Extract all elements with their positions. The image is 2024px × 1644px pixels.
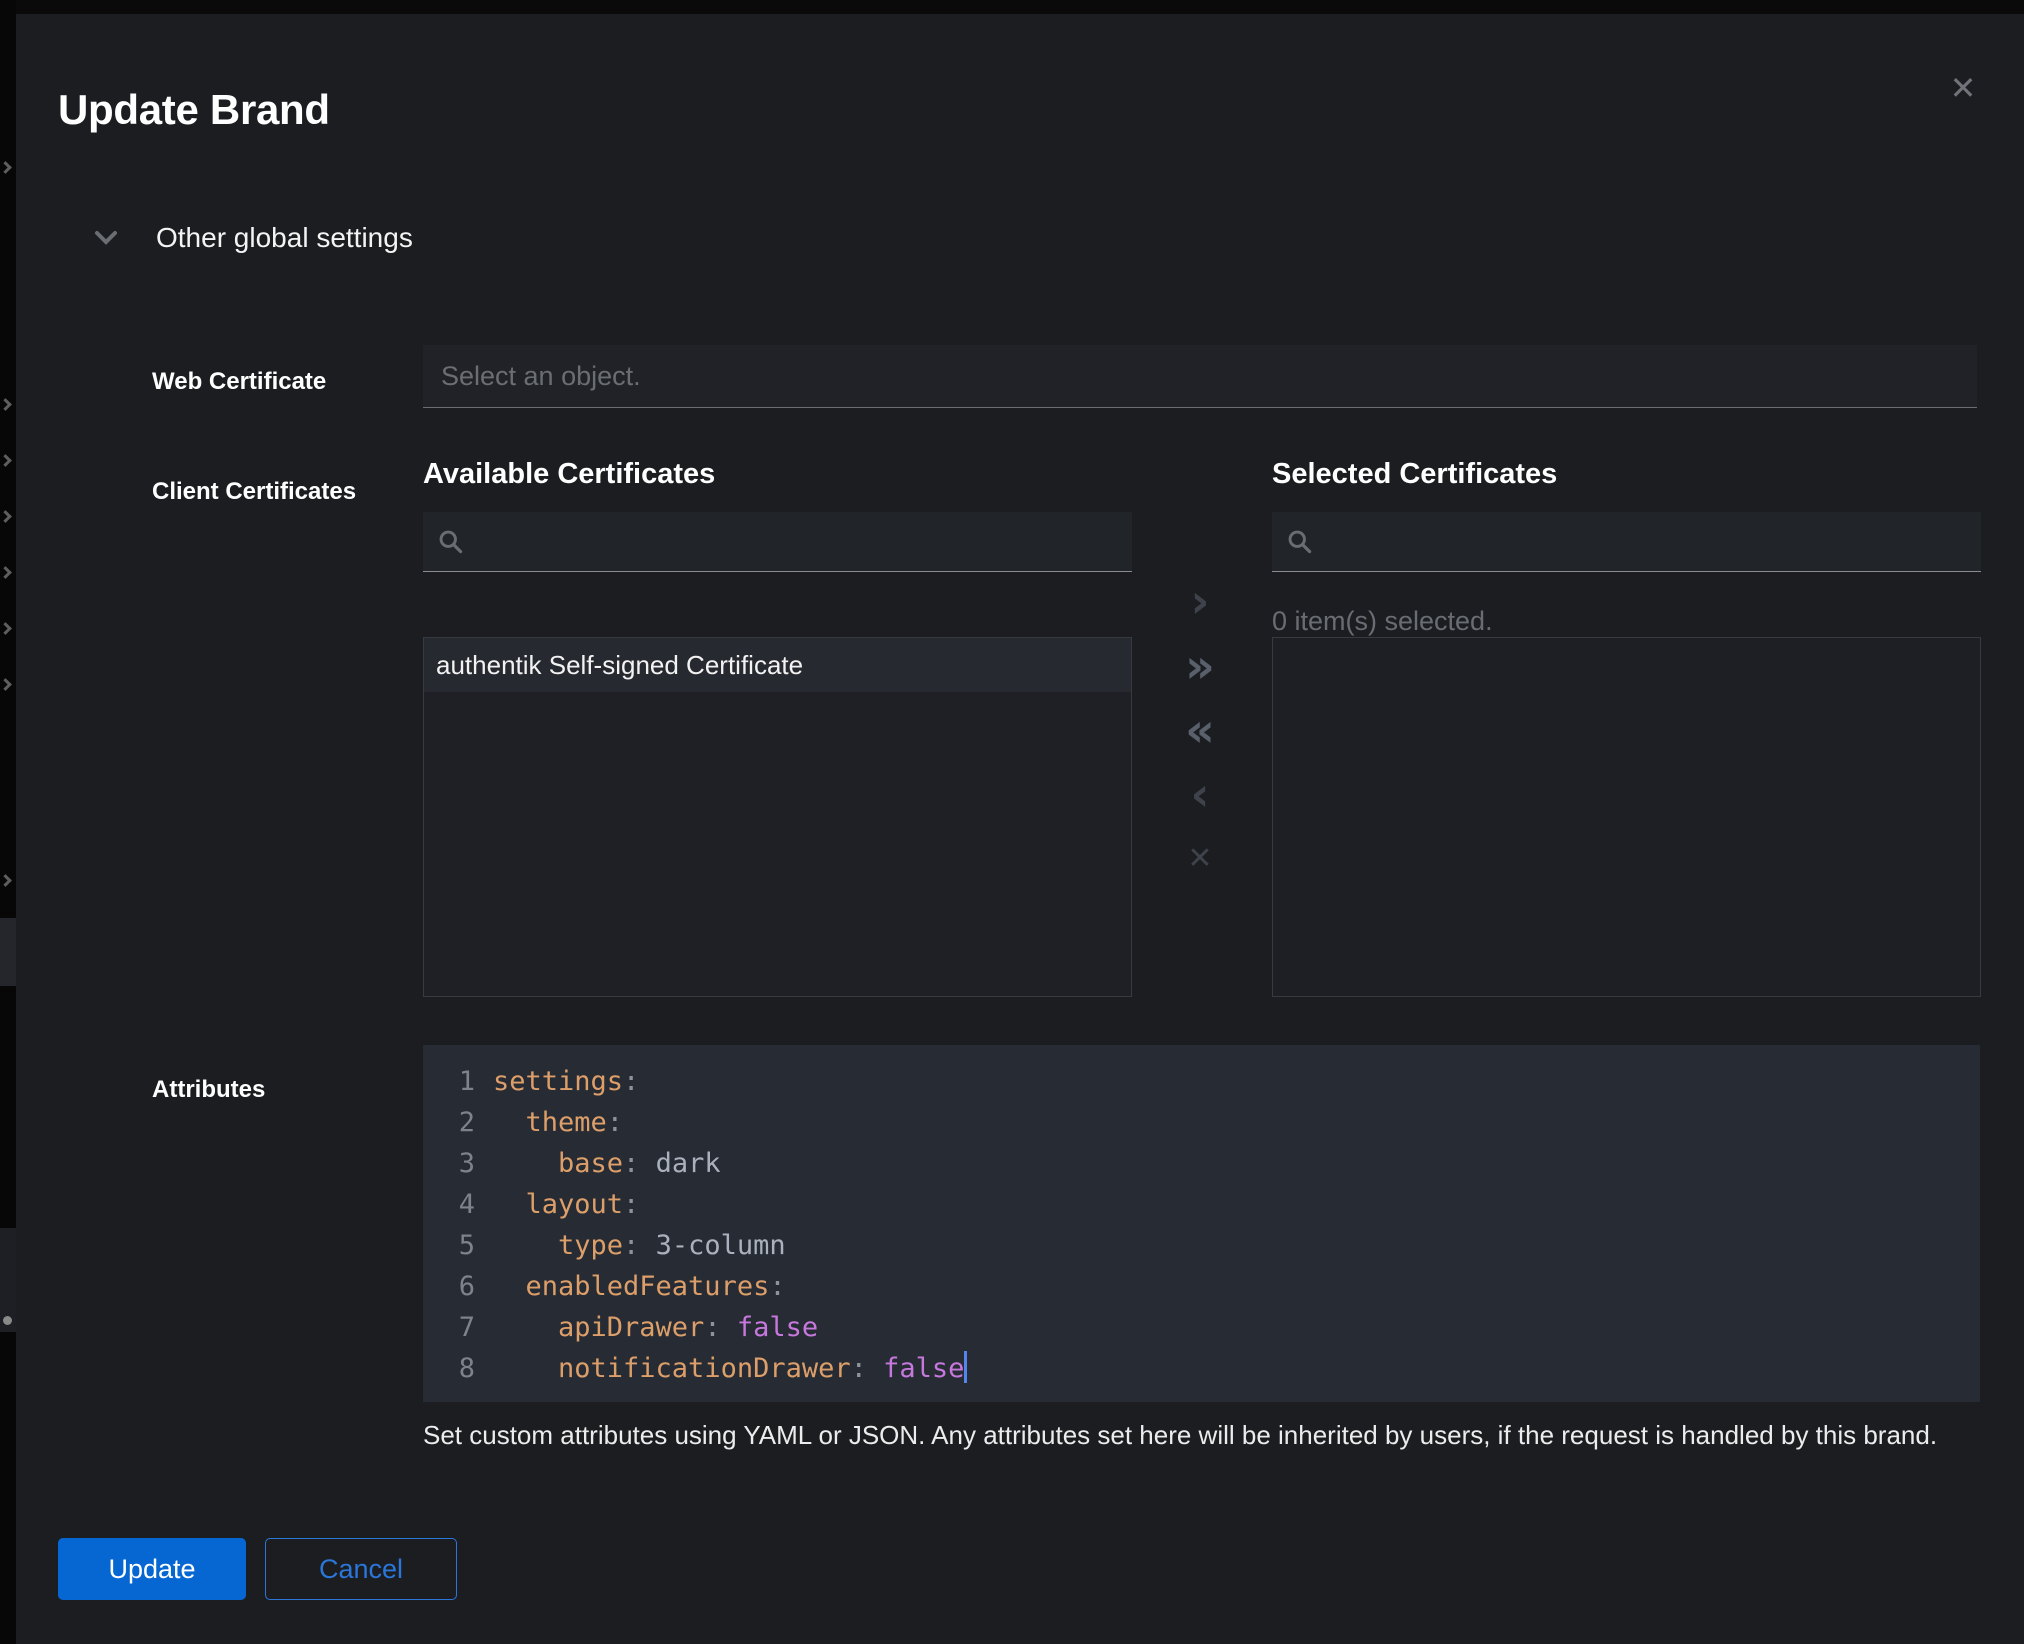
section-expander-other-global-settings[interactable]: Other global settings: [94, 222, 413, 254]
background-dot: [3, 1316, 12, 1325]
close-icon: ✕: [1950, 69, 1977, 107]
transfer-add-all-button[interactable]: »: [1178, 644, 1222, 688]
attributes-help-text: Set custom attributes using YAML or JSON…: [423, 1420, 1943, 1451]
chevron-right-icon: [0, 161, 12, 174]
line-number: 8: [423, 1348, 475, 1389]
text-cursor: [964, 1351, 967, 1383]
transfer-add-button[interactable]: ›: [1178, 579, 1222, 623]
chevron-right-icon: [0, 566, 12, 579]
chevron-right-icon: [0, 622, 12, 635]
background-sidebar-sliver: [0, 0, 16, 1644]
search-icon: [1286, 528, 1313, 555]
transfer-clear-button[interactable]: ✕: [1178, 837, 1222, 881]
chevron-right-icon: [0, 678, 12, 691]
update-button[interactable]: Update: [58, 1538, 246, 1600]
code-line: 8 notificationDrawer:false: [423, 1348, 1980, 1389]
selected-certificates-header: Selected Certificates: [1272, 458, 1557, 491]
selected-certificates-list: [1272, 637, 1981, 997]
line-number: 2: [423, 1102, 475, 1143]
line-number: 4: [423, 1184, 475, 1225]
line-number: 1: [423, 1061, 475, 1102]
chevron-right-icon: [0, 874, 12, 887]
selected-search-input[interactable]: [1325, 525, 1967, 558]
modal-title: Update Brand: [58, 86, 330, 134]
available-certificates-header: Available Certificates: [423, 458, 715, 491]
background-selected-row: [0, 918, 16, 986]
web-certificate-label: Web Certificate: [152, 368, 326, 396]
code-line: 6 enabledFeatures:: [423, 1266, 1980, 1307]
code-line: 2 theme:: [423, 1102, 1980, 1143]
client-certificates-label: Client Certificates: [152, 478, 356, 506]
page: Update Brand ✕ Other global settings Web…: [0, 0, 2024, 1644]
attributes-label: Attributes: [152, 1076, 265, 1104]
available-certificates-list: authentik Self-signed Certificate: [423, 637, 1132, 997]
expander-label: Other global settings: [156, 222, 413, 254]
close-button[interactable]: ✕: [1938, 62, 1988, 112]
cancel-button[interactable]: Cancel: [265, 1538, 457, 1600]
line-number: 6: [423, 1266, 475, 1307]
code-line: 4 layout:: [423, 1184, 1980, 1225]
line-number: 5: [423, 1225, 475, 1266]
code-line: 1 settings:: [423, 1061, 1980, 1102]
selected-count-text: 0 item(s) selected.: [1272, 606, 1493, 637]
code-line: 3 base:dark: [423, 1143, 1980, 1184]
web-certificate-input[interactable]: [423, 345, 1977, 408]
list-item-certificate[interactable]: authentik Self-signed Certificate: [424, 638, 1131, 692]
certificate-name: authentik Self-signed Certificate: [436, 650, 803, 681]
code-line: 5 type:3-column: [423, 1225, 1980, 1266]
attributes-code-editor[interactable]: 1 settings: 2 theme: 3 base:dark 4 layou…: [423, 1045, 1980, 1402]
line-number: 7: [423, 1307, 475, 1348]
chevron-right-icon: [0, 454, 12, 467]
search-icon: [437, 528, 464, 555]
transfer-remove-all-button[interactable]: «: [1178, 708, 1222, 752]
available-search-input[interactable]: [476, 525, 1118, 558]
chevron-down-icon: [94, 230, 118, 246]
update-brand-modal: Update Brand ✕ Other global settings Web…: [16, 14, 2024, 1644]
available-search: [423, 512, 1132, 572]
chevron-right-icon: [0, 398, 12, 411]
chevron-right-icon: [0, 510, 12, 523]
line-number: 3: [423, 1143, 475, 1184]
code-line: 7 apiDrawer:false: [423, 1307, 1980, 1348]
selected-search: [1272, 512, 1981, 572]
transfer-remove-button[interactable]: ‹: [1178, 772, 1222, 816]
